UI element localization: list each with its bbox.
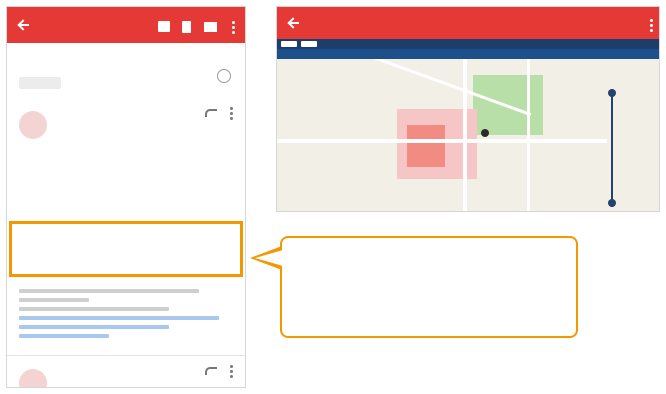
map-view[interactable]: [277, 59, 659, 211]
map-subtab[interactable]: [301, 41, 317, 47]
car-position-pin[interactable]: [481, 129, 489, 137]
unsubscribe-link-line[interactable]: [19, 325, 169, 329]
zoom-scale[interactable]: [611, 89, 613, 207]
inbox-label[interactable]: [19, 77, 61, 89]
map-subtabs: [277, 39, 659, 49]
location-highlight-box: [9, 221, 243, 277]
map-station-block: [407, 125, 445, 167]
more-vert-icon[interactable]: [229, 17, 237, 33]
map-road: [527, 59, 530, 211]
map-screen: [276, 6, 660, 212]
message-divider: [7, 355, 245, 356]
unsubscribe-link[interactable]: [19, 316, 219, 320]
contact-section: [19, 289, 199, 293]
email-screen: [6, 6, 246, 388]
more-vert-icon[interactable]: [647, 15, 655, 31]
back-arrow-icon[interactable]: [285, 13, 305, 33]
unsubscribe-section: [19, 307, 169, 311]
address-bar: [277, 49, 659, 59]
reply-icon[interactable]: [205, 367, 217, 375]
callout-box: [280, 236, 578, 338]
avatar: [19, 369, 47, 387]
overflow-menu-icon[interactable]: [230, 365, 233, 368]
second-sender-row[interactable]: [7, 357, 245, 387]
mail-icon[interactable]: [203, 17, 217, 33]
back-arrow-icon[interactable]: [15, 15, 35, 35]
zoom-out-knob[interactable]: [608, 199, 616, 207]
map-road: [463, 59, 467, 211]
map-road: [277, 139, 607, 143]
email-lower-links: [19, 289, 229, 343]
star-icon[interactable]: [217, 69, 231, 83]
avatar: [19, 111, 47, 139]
trash-icon[interactable]: [179, 17, 193, 33]
map-toolbar: [277, 7, 659, 39]
email-toolbar: [7, 7, 245, 43]
unsubscribe-link-line[interactable]: [19, 334, 109, 338]
sender-row[interactable]: [7, 99, 245, 147]
zoom-in-knob[interactable]: [608, 89, 616, 97]
archive-icon[interactable]: [157, 17, 171, 33]
reply-icon[interactable]: [205, 109, 217, 117]
callout-pointer-inner: [255, 250, 283, 266]
phone-number: [19, 298, 89, 302]
email-subject-area: [7, 43, 245, 99]
map-subtab[interactable]: [281, 41, 297, 47]
overflow-menu-icon[interactable]: [230, 107, 233, 110]
